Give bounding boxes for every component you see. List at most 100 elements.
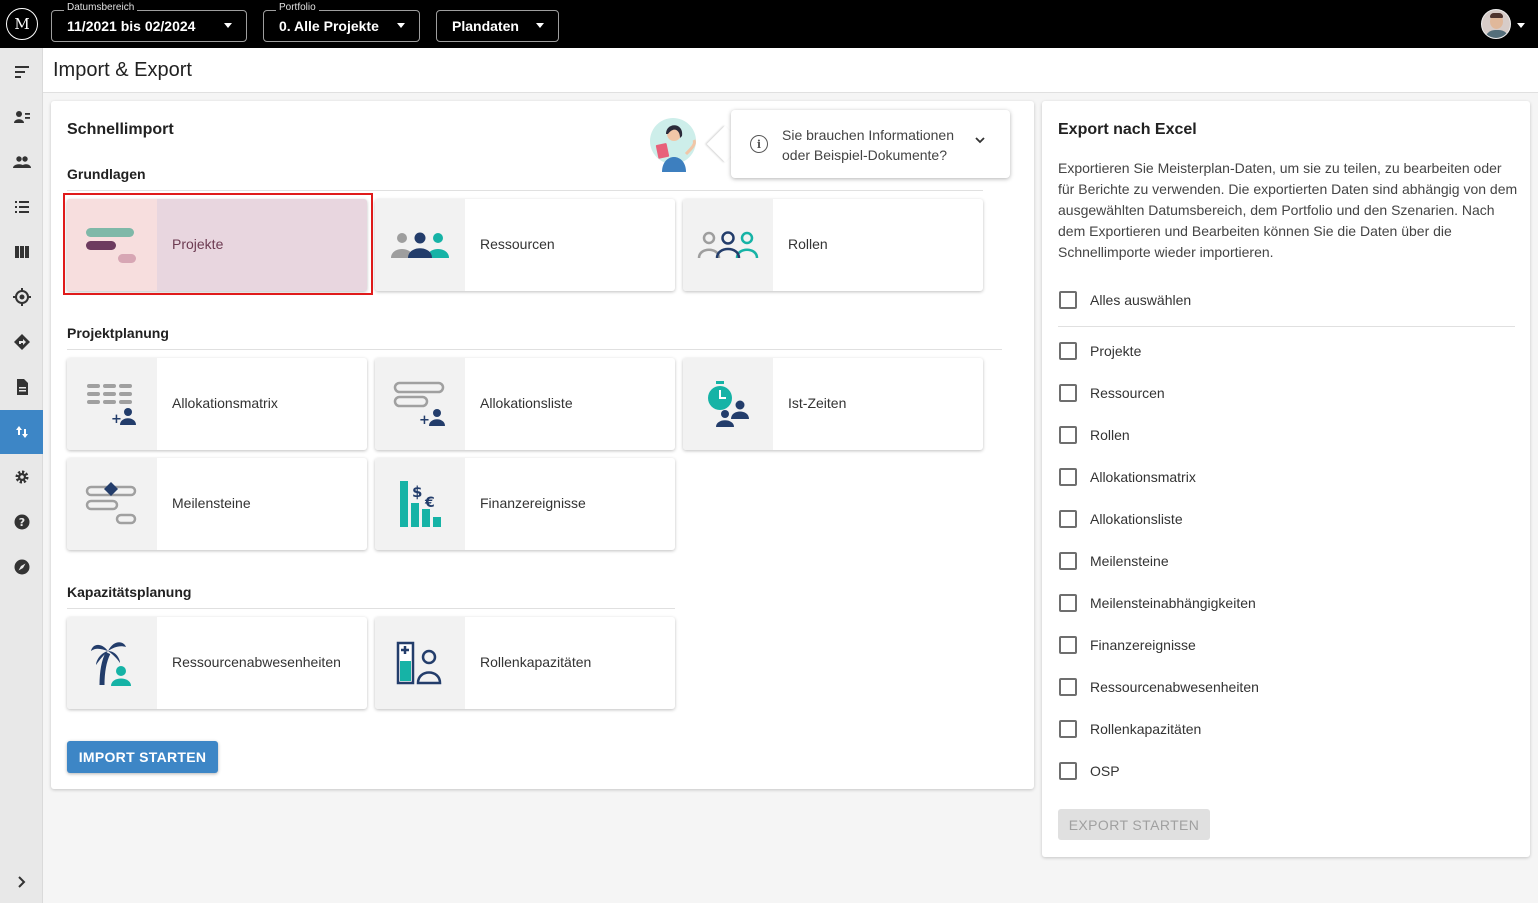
- checkbox-box[interactable]: [1059, 291, 1077, 309]
- svg-text:?: ?: [18, 516, 24, 529]
- export-description: Exportieren Sie Meisterplan-Daten, um si…: [1058, 160, 1518, 260]
- checkbox-label: Meilensteine: [1090, 553, 1169, 569]
- section-kapazitaetsplanung: Kapazitätsplanung: [67, 584, 192, 600]
- info-line-1: Sie brauchen Informationen: [782, 127, 954, 143]
- checkbox-ressourcenabwesenheiten[interactable]: Ressourcenabwesenheiten: [1058, 675, 1259, 699]
- checkbox-allokationsmatrix[interactable]: Allokationsmatrix: [1058, 465, 1196, 489]
- checkbox-projekte[interactable]: Projekte: [1058, 339, 1141, 363]
- tile-ist-zeiten[interactable]: Ist-Zeiten: [683, 358, 983, 450]
- portfolio-select[interactable]: Portfolio 0. Alle Projekte: [263, 2, 420, 42]
- user-avatar[interactable]: [1481, 9, 1511, 39]
- tile-allokationsmatrix[interactable]: + Allokationsmatrix: [67, 358, 367, 450]
- checkbox-select-all[interactable]: Alles auswählen: [1058, 288, 1191, 312]
- nav-import-export[interactable]: [0, 410, 43, 454]
- tile-ressourcenabwesenheiten[interactable]: Ressourcenabwesenheiten: [67, 617, 367, 709]
- tile-rollen[interactable]: Rollen: [683, 199, 983, 291]
- top-bar: M Datumsbereich 11/2021 bis 02/2024 Port…: [0, 0, 1538, 48]
- checkbox-rollenkapazitaeten[interactable]: Rollenkapazitäten: [1058, 717, 1201, 741]
- nav-help[interactable]: ?: [0, 500, 43, 544]
- tile-meilensteine[interactable]: Meilensteine: [67, 458, 367, 550]
- assistant-illustration: [650, 118, 696, 172]
- tile-ressourcen[interactable]: Ressourcen: [375, 199, 675, 291]
- checkbox-label: Alles auswählen: [1090, 292, 1192, 308]
- app-logo[interactable]: M: [6, 8, 38, 40]
- directions-icon: [13, 334, 30, 350]
- avatar-hair: [1490, 13, 1503, 18]
- tile-rollenkapazitaeten[interactable]: Rollenkapazitäten: [375, 617, 675, 709]
- checkbox-rollen[interactable]: Rollen: [1058, 423, 1130, 447]
- caret-down-icon: [224, 23, 232, 28]
- checkbox-box[interactable]: [1059, 552, 1077, 570]
- nav-resources[interactable]: [0, 95, 43, 139]
- checkbox-box[interactable]: [1059, 678, 1077, 696]
- selection-highlight: [63, 193, 373, 295]
- role-capacity-icon: [375, 617, 465, 709]
- tile-label: Allokationsliste: [480, 395, 573, 411]
- info-icon: i: [750, 135, 768, 153]
- checkbox-box[interactable]: [1059, 762, 1077, 780]
- checkbox-label: Ressourcenabwesenheiten: [1090, 679, 1259, 695]
- caret-down-icon: [397, 23, 405, 28]
- nav-directions[interactable]: [0, 320, 43, 364]
- import-start-button[interactable]: IMPORT STARTEN: [67, 741, 218, 773]
- checkbox-label: Rollen: [1090, 427, 1130, 443]
- nav-target[interactable]: [0, 275, 43, 319]
- expand-sidebar-button[interactable]: [0, 860, 43, 903]
- info-line-2: oder Beispiel-Dokumente?: [782, 147, 947, 163]
- checkbox-allokationsliste[interactable]: Allokationsliste: [1058, 507, 1183, 531]
- checkbox-box[interactable]: [1059, 342, 1077, 360]
- chevron-down-icon[interactable]: [974, 134, 986, 146]
- nav-teams[interactable]: [0, 140, 43, 184]
- checkbox-meilensteine[interactable]: Meilensteine: [1058, 549, 1169, 573]
- tile-label: Rollen: [788, 236, 828, 252]
- checkbox-box[interactable]: [1059, 720, 1077, 738]
- checkbox-box[interactable]: [1059, 468, 1077, 486]
- palm-tree-person-icon: [67, 617, 157, 709]
- nav-documents[interactable]: [0, 365, 43, 409]
- nav-list[interactable]: [0, 185, 43, 229]
- checkbox-label: Allokationsliste: [1090, 511, 1183, 527]
- checkbox-box[interactable]: [1059, 426, 1077, 444]
- tile-finanzereignisse[interactable]: $ € Finanzereignisse: [375, 458, 675, 550]
- caret-down-icon: [536, 23, 544, 28]
- checkbox-label: Ressourcen: [1090, 385, 1165, 401]
- info-callout[interactable]: i Sie brauchen Informationen oder Beispi…: [731, 110, 1010, 178]
- checkbox-box[interactable]: [1059, 384, 1077, 402]
- nav-explore[interactable]: [0, 545, 43, 589]
- import-export-icon: [15, 426, 28, 438]
- plan-data-select[interactable]: Plandaten: [436, 10, 559, 42]
- nav-board[interactable]: [0, 230, 43, 274]
- checkbox-label: Rollenkapazitäten: [1090, 721, 1202, 737]
- user-menu-caret-icon[interactable]: [1517, 23, 1525, 28]
- chevron-right-icon: [17, 876, 25, 888]
- gear-icon: [15, 470, 28, 484]
- nav-portfolio[interactable]: [0, 50, 43, 94]
- date-range-select[interactable]: Datumsbereich 11/2021 bis 02/2024: [51, 2, 247, 42]
- tile-label: Meilensteine: [172, 495, 251, 511]
- list-icon: [14, 201, 29, 213]
- checkbox-meilensteinabhaengigkeiten[interactable]: Meilensteinabhängigkeiten: [1058, 591, 1256, 615]
- date-range-label: Datumsbereich: [64, 2, 138, 14]
- checkbox-osp[interactable]: OSP: [1058, 759, 1120, 783]
- checkbox-finanzereignisse[interactable]: Finanzereignisse: [1058, 633, 1196, 657]
- tile-label: Ressourcen: [480, 236, 555, 252]
- checkbox-ressourcen[interactable]: Ressourcen: [1058, 381, 1165, 405]
- section-projektplanung: Projektplanung: [67, 325, 169, 341]
- sidebar: ?: [0, 48, 43, 903]
- svg-text:+: +: [419, 413, 430, 427]
- checkbox-box[interactable]: [1059, 594, 1077, 612]
- section-grundlagen: Grundlagen: [67, 166, 146, 182]
- stopwatch-person-icon: [683, 358, 773, 450]
- tile-allokationsliste[interactable]: + Allokationsliste: [375, 358, 675, 450]
- divider: [67, 190, 983, 191]
- svg-text:€: €: [424, 495, 435, 511]
- checkbox-box[interactable]: [1059, 510, 1077, 528]
- checkbox-box[interactable]: [1059, 636, 1077, 654]
- info-text: Sie brauchen Informationen oder Beispiel…: [782, 125, 954, 165]
- nav-settings[interactable]: [0, 455, 43, 499]
- compass-icon: [14, 559, 29, 575]
- divider: [67, 349, 1002, 350]
- checkbox-label: Meilensteinabhängigkeiten: [1090, 595, 1256, 611]
- tile-label: Rollenkapazitäten: [480, 654, 592, 670]
- export-start-button[interactable]: EXPORT STARTEN: [1058, 809, 1210, 840]
